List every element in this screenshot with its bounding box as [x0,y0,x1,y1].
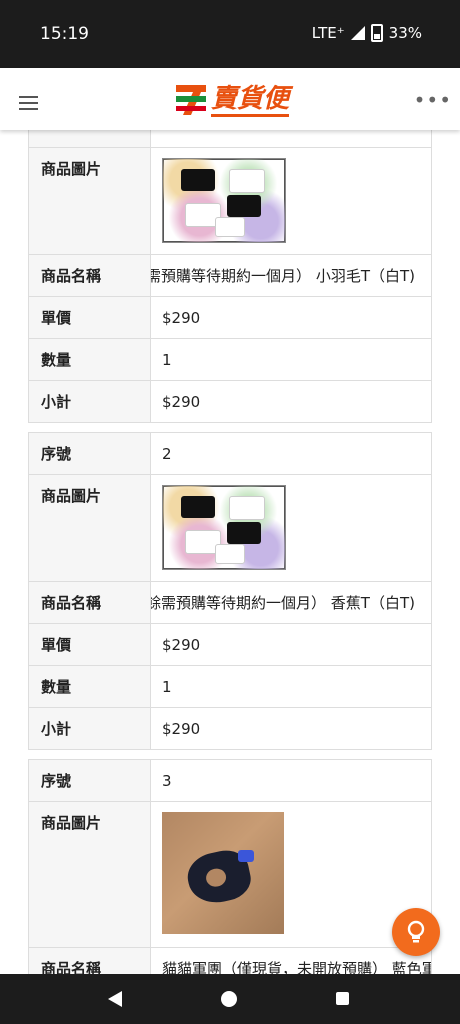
table-row: 商品名稱 需預購等待期約一個月） 小羽毛T（白T) [29,254,431,296]
subtotal-label: 小計 [29,708,151,749]
name-label: 商品名稱 [29,582,151,623]
lightbulb-icon [407,920,425,943]
table-row: 商品名稱 E餘需預購等待期約一個月） 香蕉T（白T) [29,581,431,623]
seven-logo-icon [176,85,206,115]
battery-icon [370,24,383,42]
table-row: 小計 $290 [29,380,431,422]
recent-apps-icon[interactable] [336,992,349,1005]
serial-label: 序號 [29,760,151,801]
order-item-card: 序號 3 商品圖片 商品名稱 貓貓軍團（僅現貨，未開放預購） 藍色軍| [28,759,432,974]
order-item-card: 商品圖片 商品名稱 需預購等待期約一個月） 小羽毛T（白T) 單價 $290 數… [28,130,432,423]
quantity-value: 1 [162,350,172,369]
table-row: 數量 1 [29,665,431,707]
quantity-label: 數量 [29,339,151,380]
app-header: 賣貨便 ••• [0,68,460,130]
table-row: 商品名稱 貓貓軍團（僅現貨，未開放預購） 藍色軍| [29,947,431,974]
subtotal-label: 小計 [29,381,151,422]
quantity-label: 數量 [29,666,151,707]
table-row: 序號 3 [29,760,431,801]
home-icon[interactable] [221,991,237,1007]
quantity-value: 1 [162,677,172,696]
image-cell [151,148,431,254]
subtotal-value: $290 [162,392,201,411]
order-details: 商品圖片 商品名稱 需預購等待期約一個月） 小羽毛T（白T) 單價 $290 數… [0,130,460,974]
product-name: 貓貓軍團（僅現貨，未開放預購） 藍色軍| [162,960,431,974]
signal-icon [350,26,365,40]
product-name: 需預購等待期約一個月） 小羽毛T（白T) [151,267,415,285]
lightbulb-button[interactable] [392,908,440,956]
image-label: 商品圖片 [29,802,151,947]
menu-icon[interactable] [19,96,38,110]
system-nav-bar [0,974,460,1024]
unit-price-value: $290 [162,635,201,654]
image-cell [151,475,431,581]
seven-eleven-logo[interactable]: 賣貨便 [175,82,290,118]
serial-value: 2 [162,444,172,463]
product-name: E餘需預購等待期約一個月） 香蕉T（白T) [151,594,415,612]
product-image[interactable] [162,158,286,243]
unit-price-value: $290 [162,308,201,327]
product-image[interactable] [162,812,284,934]
serial-value [151,130,431,147]
image-label: 商品圖片 [29,475,151,581]
status-bar: 15:19 LTE⁺ 33% [0,0,460,68]
back-icon[interactable] [108,991,122,1007]
table-row: 小計 $290 [29,707,431,749]
table-row: 商品圖片 [29,801,431,947]
serial-label: 序號 [29,433,151,474]
table-row: 單價 $290 [29,296,431,338]
table-row: 商品圖片 [29,147,431,254]
status-time: 15:19 [40,24,89,44]
table-row: 商品圖片 [29,474,431,581]
name-label: 商品名稱 [29,255,151,296]
unit-price-label: 單價 [29,624,151,665]
order-item-card: 序號 2 商品圖片 商品名稱 E餘需預購等待期約一個月） 香蕉T（白T) 單價 [28,432,432,750]
name-label: 商品名稱 [29,948,151,974]
serial-value: 3 [162,771,172,790]
serial-label [29,130,151,147]
product-image[interactable] [162,485,286,570]
subtotal-value: $290 [162,719,201,738]
table-row: 序號 2 [29,433,431,474]
logo-text: 賣貨便 [211,84,290,117]
image-label: 商品圖片 [29,148,151,254]
table-row [29,130,431,147]
more-options-icon[interactable]: ••• [414,88,452,112]
table-row: 單價 $290 [29,623,431,665]
status-indicators: LTE⁺ 33% [312,24,422,42]
unit-price-label: 單價 [29,297,151,338]
network-label: LTE⁺ [311,24,345,42]
table-row: 數量 1 [29,338,431,380]
battery-percent: 33% [388,24,422,42]
image-cell [151,802,431,947]
